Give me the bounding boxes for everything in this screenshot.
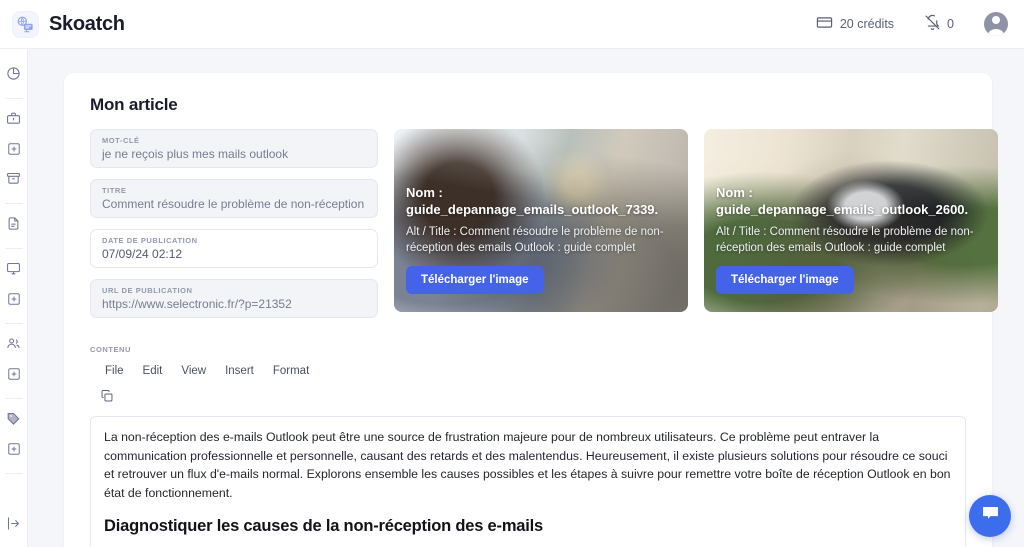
publication-date-field-label: DATE DE PUBLICATION bbox=[102, 236, 198, 245]
article-top-row: MOT-CLÉ je ne reçois plus mes mails outl… bbox=[90, 129, 998, 329]
bell-slash-icon bbox=[924, 14, 941, 34]
image-name-label: Nom : bbox=[716, 185, 753, 201]
avatar[interactable] bbox=[984, 12, 1008, 36]
sidebar-item-logout[interactable] bbox=[0, 517, 28, 547]
sidebar-item-add-tag[interactable] bbox=[0, 436, 28, 466]
content-editor: CONTENU File Edit View Insert Format La … bbox=[90, 345, 966, 547]
sidebar-item-sites[interactable] bbox=[0, 256, 28, 286]
editor-heading-1: Diagnostiquer les causes de la non-récep… bbox=[104, 516, 544, 535]
sidebar-divider bbox=[4, 323, 23, 324]
editor-toolbar bbox=[90, 379, 966, 416]
sidebar-item-audience[interactable] bbox=[0, 331, 28, 361]
monitor-icon bbox=[6, 261, 21, 281]
credits-indicator[interactable]: 20 crédits bbox=[816, 14, 894, 34]
chat-button[interactable] bbox=[969, 495, 1011, 537]
image-alt-text: Alt / Title : Comment résoudre le problè… bbox=[716, 226, 974, 254]
keyword-field[interactable]: MOT-CLÉ je ne reçois plus mes mails outl… bbox=[90, 129, 378, 168]
image-name: Nom : guide_depannage_emails_outlook_260… bbox=[716, 185, 986, 218]
top-bar: Skoatch 20 crédits 0 bbox=[0, 0, 1024, 49]
briefcase-icon bbox=[6, 111, 21, 131]
sidebar bbox=[0, 49, 28, 547]
menu-file[interactable]: File bbox=[104, 363, 125, 379]
pie-chart-icon bbox=[6, 66, 21, 86]
sidebar-item-articles[interactable] bbox=[0, 211, 28, 241]
sidebar-divider bbox=[4, 248, 23, 249]
menu-view[interactable]: View bbox=[180, 363, 207, 379]
menu-edit[interactable]: Edit bbox=[142, 363, 164, 379]
sidebar-item-dashboard[interactable] bbox=[0, 61, 28, 91]
credit-card-icon bbox=[816, 14, 833, 34]
sidebar-item-add-audience[interactable] bbox=[0, 361, 28, 391]
image-alt-text: Alt / Title : Comment résoudre le problè… bbox=[406, 226, 664, 254]
title-field-label: TITRE bbox=[102, 186, 127, 195]
tag-icon bbox=[6, 411, 21, 431]
sidebar-item-archive[interactable] bbox=[0, 166, 28, 196]
image-name-label: Nom : bbox=[406, 185, 443, 201]
sidebar-divider bbox=[4, 473, 23, 474]
image-card[interactable]: Nom : guide_depannage_emails_outlook_260… bbox=[704, 129, 998, 312]
sidebar-item-tags[interactable] bbox=[0, 406, 28, 436]
archive-box-icon bbox=[6, 171, 21, 191]
top-bar-actions: 20 crédits 0 bbox=[816, 12, 1024, 36]
download-image-button[interactable]: Télécharger l'image bbox=[406, 266, 544, 294]
sidebar-divider bbox=[4, 398, 23, 399]
image-file-name: guide_depannage_emails_outlook_7339. bbox=[406, 201, 659, 217]
image-name: Nom : guide_depannage_emails_outlook_733… bbox=[406, 185, 676, 218]
skoatch-logo-icon bbox=[12, 10, 39, 38]
brand-name: Skoatch bbox=[49, 12, 125, 35]
sidebar-item-add-project[interactable] bbox=[0, 136, 28, 166]
copy-button[interactable] bbox=[96, 388, 118, 408]
publication-date-field-value: 07/09/24 02:12 bbox=[102, 248, 183, 262]
publication-url-field-value: https://www.selectronic.fr/?p=21352 bbox=[102, 298, 292, 312]
publication-url-field[interactable]: URL DE PUBLICATION https://www.selectron… bbox=[90, 279, 378, 318]
keyword-field-label: MOT-CLÉ bbox=[102, 136, 140, 145]
editor-menubar: File Edit View Insert Format bbox=[90, 363, 966, 379]
editor-paragraph-1: La non-réception des e-mails Outlook peu… bbox=[104, 430, 951, 501]
title-field[interactable]: TITRE Comment résoudre le problème de no… bbox=[90, 179, 378, 218]
plus-box-icon bbox=[7, 142, 21, 161]
image-file-name: guide_depannage_emails_outlook_2600. bbox=[716, 201, 969, 217]
sidebar-item-add-site[interactable] bbox=[0, 286, 28, 316]
image-card[interactable]: Nom : guide_depannage_emails_outlook_733… bbox=[394, 129, 688, 312]
plus-box-icon bbox=[7, 367, 21, 386]
menu-insert[interactable]: Insert bbox=[224, 363, 255, 379]
sidebar-item-projects[interactable] bbox=[0, 106, 28, 136]
app-root: Skoatch 20 crédits 0 Mon article MOT-CLÉ… bbox=[0, 0, 1024, 547]
publication-date-field[interactable]: DATE DE PUBLICATION 07/09/24 02:12 bbox=[90, 229, 378, 268]
generated-images: Nom : guide_depannage_emails_outlook_733… bbox=[394, 129, 998, 312]
article-card: Mon article MOT-CLÉ je ne reçois plus me… bbox=[64, 73, 998, 547]
chat-bubble-icon bbox=[980, 503, 1001, 529]
publication-url-field-label: URL DE PUBLICATION bbox=[102, 286, 193, 295]
notifications-indicator[interactable]: 0 bbox=[924, 14, 954, 34]
keyword-field-value: je ne reçois plus mes mails outlook bbox=[102, 148, 289, 162]
download-image-button[interactable]: Télécharger l'image bbox=[716, 266, 854, 294]
main-content: Mon article MOT-CLÉ je ne reçois plus me… bbox=[28, 49, 1024, 547]
article-fields: MOT-CLÉ je ne reçois plus mes mails outl… bbox=[90, 129, 378, 329]
title-field-value: Comment résoudre le problème de non-réce… bbox=[102, 198, 366, 212]
plus-box-icon bbox=[7, 442, 21, 461]
copy-icon bbox=[100, 389, 114, 408]
credits-label: 20 crédits bbox=[839, 17, 895, 31]
content-section-label: CONTENU bbox=[90, 345, 131, 354]
editor-content-area[interactable]: La non-réception des e-mails Outlook peu… bbox=[90, 416, 966, 547]
menu-format[interactable]: Format bbox=[272, 363, 310, 379]
sidebar-divider bbox=[4, 98, 23, 99]
brand[interactable]: Skoatch bbox=[0, 10, 125, 38]
users-icon bbox=[6, 336, 21, 356]
document-icon bbox=[6, 216, 21, 236]
sidebar-divider bbox=[4, 203, 23, 204]
logout-icon bbox=[6, 516, 21, 536]
notifications-count: 0 bbox=[947, 17, 954, 31]
plus-box-icon bbox=[7, 292, 21, 311]
page-title: Mon article bbox=[90, 95, 178, 114]
